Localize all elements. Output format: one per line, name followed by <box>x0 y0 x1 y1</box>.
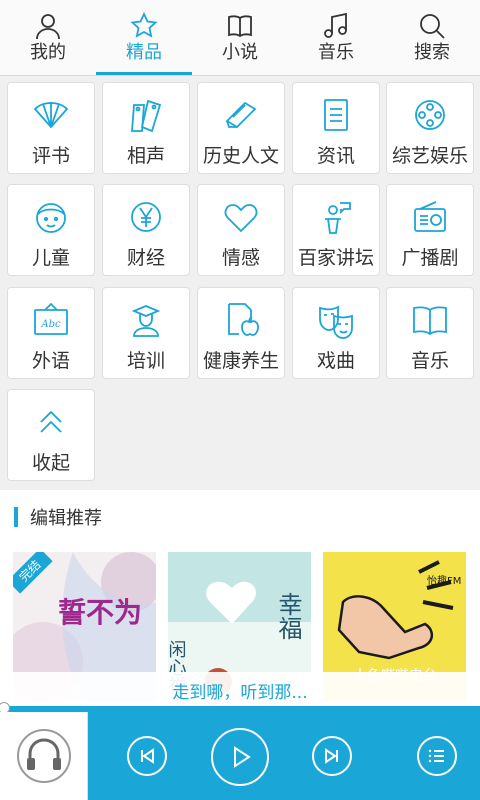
category-grid: 评书 相声 历史人文 资讯 综艺娱乐 儿童 财经 情感 百家讲坛 广播剧 Abc… <box>0 76 480 490</box>
skip-previous-icon <box>141 748 154 764</box>
category-opera[interactable]: 戏曲 <box>292 287 380 379</box>
tab-mine[interactable]: 我的 <box>0 0 96 75</box>
cover-title-right: 幸福 <box>274 592 302 640</box>
category-radio-drama[interactable]: 广播剧 <box>386 184 474 276</box>
category-music[interactable]: 音乐 <box>386 287 474 379</box>
graduate-icon <box>131 305 161 337</box>
category-news[interactable]: 资讯 <box>292 82 380 174</box>
category-label: 健康养生 <box>202 350 279 372</box>
player-controls <box>0 712 480 800</box>
play-icon <box>234 746 251 768</box>
now-playing-bar[interactable]: 走到哪，听到那... <box>0 672 480 708</box>
tab-label: 搜索 <box>414 42 450 63</box>
category-label: 儿童 <box>31 247 70 269</box>
search-icon <box>420 14 445 39</box>
category-pingshu[interactable]: 评书 <box>7 82 95 174</box>
list-icon <box>428 749 444 763</box>
category-children[interactable]: 儿童 <box>7 184 95 276</box>
tab-label: 音乐 <box>318 42 354 63</box>
category-label: 财经 <box>126 247 165 269</box>
player-album-art[interactable] <box>0 712 88 800</box>
tab-boutique[interactable]: 精品 <box>96 0 192 75</box>
category-lecture[interactable]: 百家讲坛 <box>292 184 380 276</box>
apple-doc-icon <box>228 303 259 336</box>
category-label: 广播剧 <box>401 247 459 269</box>
category-label: 情感 <box>221 247 260 269</box>
abc-board-icon: Abc <box>34 302 68 335</box>
category-label: 评书 <box>31 145 70 167</box>
category-variety[interactable]: 综艺娱乐 <box>386 82 474 174</box>
skip-next-icon <box>325 748 338 764</box>
section-title: 编辑推荐 <box>30 508 102 529</box>
heart-icon <box>224 204 258 233</box>
top-tab-bar: 我的 精品 小说 音乐 搜索 <box>0 0 480 76</box>
category-label: 戏曲 <box>316 350 355 372</box>
category-label: 培训 <box>126 350 165 372</box>
section-accent-bar <box>14 507 18 527</box>
tab-label: 精品 <box>126 42 162 63</box>
category-label: 音乐 <box>410 350 449 372</box>
category-label: 外语 <box>31 350 70 372</box>
book-icon <box>228 15 252 38</box>
category-history[interactable]: 历史人文 <box>197 82 285 174</box>
radio-icon <box>414 201 446 232</box>
next-button[interactable] <box>312 736 352 776</box>
yen-coin-icon <box>131 202 161 232</box>
category-label: 相声 <box>126 145 165 167</box>
film-reel-icon <box>415 100 445 130</box>
category-label: 历史人文 <box>202 145 279 167</box>
category-collapse-button[interactable]: 收起 <box>7 389 95 481</box>
section-header: 编辑推荐 <box>14 506 102 529</box>
fan-icon <box>33 102 69 129</box>
tab-label: 小说 <box>222 42 258 63</box>
svg-text:Abc: Abc <box>40 319 61 330</box>
chevron-up-double-icon <box>40 410 62 433</box>
open-book-icon <box>413 306 447 336</box>
tab-music[interactable]: 音乐 <box>288 0 384 75</box>
tab-novel[interactable]: 小说 <box>192 0 288 75</box>
tab-label: 我的 <box>30 42 66 63</box>
category-label: 资讯 <box>316 145 355 167</box>
category-label: 综艺娱乐 <box>391 145 468 167</box>
star-icon <box>130 12 158 38</box>
category-emotion[interactable]: 情感 <box>197 184 285 276</box>
closed-book-icon <box>225 101 257 129</box>
podium-speaker-icon <box>325 202 351 234</box>
play-button[interactable] <box>211 728 269 786</box>
now-playing-text: 走到哪，听到那... <box>172 682 308 703</box>
category-training[interactable]: 培训 <box>102 287 190 379</box>
music-note-icon <box>324 12 347 38</box>
opera-masks-icon <box>319 305 353 339</box>
category-xiangsheng[interactable]: 相声 <box>102 82 190 174</box>
cover-brand: 怡趣FM <box>427 574 461 587</box>
category-health[interactable]: 健康养生 <box>197 287 285 379</box>
category-finance[interactable]: 财经 <box>102 184 190 276</box>
category-foreign-language[interactable]: Abc 外语 <box>7 287 95 379</box>
person-icon <box>36 14 60 40</box>
headphones-icon <box>16 729 71 783</box>
document-icon <box>324 99 348 131</box>
category-label: 百家讲坛 <box>297 247 374 269</box>
child-face-icon <box>36 203 66 233</box>
category-label: 收起 <box>31 452 70 474</box>
playlist-button[interactable] <box>417 736 457 776</box>
tab-search[interactable]: 搜索 <box>384 0 480 75</box>
tags-icon <box>131 99 162 133</box>
previous-button[interactable] <box>127 736 167 776</box>
cover-title: 誓不为 <box>58 596 142 629</box>
